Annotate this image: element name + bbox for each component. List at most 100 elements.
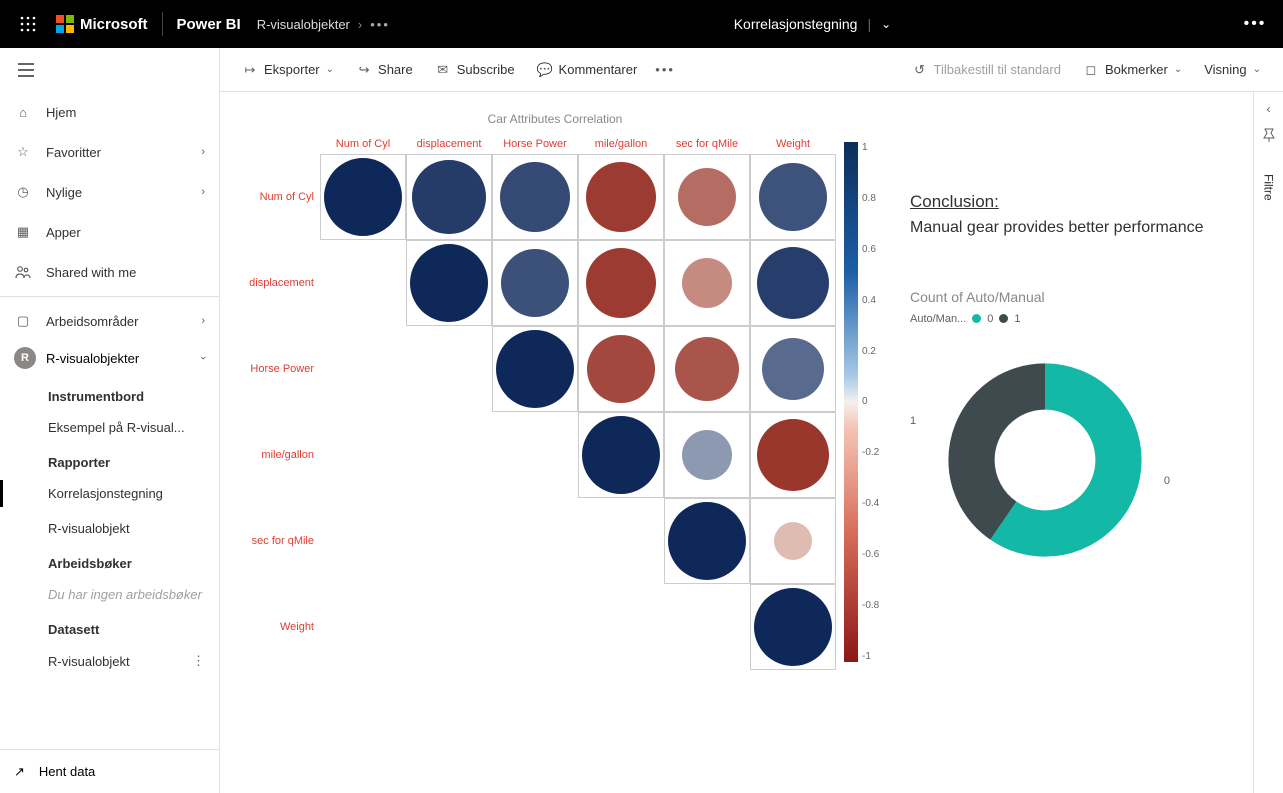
filters-pane-collapsed[interactable]: ‹ Filtre xyxy=(1253,92,1283,793)
corr-cell xyxy=(664,326,750,412)
view-button[interactable]: Visning⌄ xyxy=(1196,58,1269,81)
scale-tick: 0.4 xyxy=(862,295,879,306)
scale-ticks: 10.80.60.40.20-0.2-0.4-0.6-0.8-1 xyxy=(858,142,879,662)
section-datasets: Datasett xyxy=(0,612,219,643)
corr-cell xyxy=(578,412,664,498)
donut-title: Count of Auto/Manual xyxy=(910,289,1233,305)
donut-chart[interactable]: 0 1 xyxy=(910,355,1170,575)
col-header: Weight xyxy=(750,138,836,154)
current-workspace[interactable]: R R-visualobjekter › xyxy=(0,341,219,375)
row-header: displacement xyxy=(230,277,320,289)
row-header: mile/gallon xyxy=(230,449,320,461)
bookmarks-button[interactable]: ◻Bokmerker⌄ xyxy=(1075,58,1190,82)
brand-text: Microsoft xyxy=(80,16,148,33)
divider xyxy=(162,12,163,36)
corr-cell xyxy=(578,154,664,240)
tree-item-dataset-rvisual[interactable]: R-visualobjekt⋮ xyxy=(0,643,219,679)
breadcrumb-more-icon[interactable]: ••• xyxy=(370,17,390,32)
share-label: Share xyxy=(378,62,413,77)
expand-filters-icon[interactable]: ‹ xyxy=(1267,102,1271,116)
scale-tick: 1 xyxy=(862,142,879,153)
corr-cell xyxy=(406,584,492,670)
get-data-label: Hent data xyxy=(39,764,95,779)
scale-tick: 0.8 xyxy=(862,193,879,204)
nav-apps[interactable]: ▦Apper xyxy=(0,212,219,252)
chevron-down-icon: ⌄ xyxy=(1174,64,1182,75)
corr-cell xyxy=(320,154,406,240)
nav-recent-label: Nylige xyxy=(46,185,82,200)
nav-favorites[interactable]: ☆Favoritter› xyxy=(0,132,219,172)
scale-tick: -1 xyxy=(862,651,879,662)
get-data-button[interactable]: ↗ Hent data xyxy=(0,749,219,793)
nav-shared-label: Shared with me xyxy=(46,265,136,280)
chevron-down-icon[interactable]: ⌄ xyxy=(881,17,891,31)
people-icon xyxy=(14,265,32,279)
share-button[interactable]: ↪Share xyxy=(348,58,421,82)
action-bar: ↦Eksporter⌄ ↪Share ✉Subscribe 💬Kommentar… xyxy=(220,48,1283,92)
global-header: Microsoft Power BI R-visualobjekter › ••… xyxy=(0,0,1283,48)
scale-tick: 0.6 xyxy=(862,244,879,255)
title-separator: | xyxy=(867,16,871,32)
comments-button[interactable]: 💬Kommentarer xyxy=(529,58,646,82)
corr-cell xyxy=(750,498,836,584)
chevron-right-icon: › xyxy=(201,315,205,327)
corr-circle xyxy=(757,247,830,320)
corr-cell xyxy=(406,412,492,498)
conclusion-panel: Conclusion: Manual gear provides better … xyxy=(910,112,1243,783)
export-label: Eksporter xyxy=(264,62,320,77)
toolbar-more-icon[interactable]: ••• xyxy=(651,58,679,81)
corr-cell xyxy=(750,412,836,498)
corr-cell xyxy=(406,498,492,584)
correlation-visual[interactable]: Car Attributes Correlation Num of Cyl dis… xyxy=(230,112,880,783)
corr-cell xyxy=(750,154,836,240)
subscribe-label: Subscribe xyxy=(457,62,515,77)
corr-circle xyxy=(774,522,812,560)
nav-home-label: Hjem xyxy=(46,105,76,120)
corr-cell xyxy=(750,326,836,412)
pin-icon[interactable] xyxy=(1262,128,1276,142)
nav-home[interactable]: ⌂Hjem xyxy=(0,92,219,132)
chevron-right-icon: › xyxy=(358,17,362,32)
subscribe-button[interactable]: ✉Subscribe xyxy=(427,58,523,82)
more-options-icon[interactable]: ••• xyxy=(1235,15,1275,33)
product-label[interactable]: Power BI xyxy=(177,16,241,33)
comments-label: Kommentarer xyxy=(559,62,638,77)
hamburger-icon[interactable] xyxy=(0,48,219,92)
chevron-up-icon: › xyxy=(197,356,209,360)
legend-dot-0 xyxy=(972,314,981,323)
tree-item-correlation[interactable]: Korrelasjonstegning xyxy=(0,476,219,511)
nav-workspaces[interactable]: ▢Arbeidsområder› xyxy=(0,301,219,341)
corr-cell xyxy=(578,240,664,326)
navigation-pane: ⌂Hjem ☆Favoritter› ◷Nylige› ▦Apper Share… xyxy=(0,48,220,793)
corr-cell xyxy=(492,154,578,240)
workspace-tree[interactable]: Instrumentbord Eksempel på R-visual... R… xyxy=(0,375,219,749)
nav-shared[interactable]: Shared with me xyxy=(0,252,219,292)
corr-circle xyxy=(675,337,739,401)
scale-tick: -0.8 xyxy=(862,600,879,611)
tree-item-rvisual[interactable]: R-visualobjekt xyxy=(0,511,219,546)
corr-cell xyxy=(492,498,578,584)
tree-item-example[interactable]: Eksempel på R-visual... xyxy=(0,410,219,445)
reset-button[interactable]: ↺Tilbakestill til standard xyxy=(904,58,1069,82)
corr-cell xyxy=(664,154,750,240)
star-icon: ☆ xyxy=(14,144,32,160)
tree-item-noworkbooks: Du har ingen arbeidsbøker xyxy=(0,577,219,612)
corr-circle xyxy=(678,168,736,226)
report-title[interactable]: Korrelasjonstegning xyxy=(734,16,858,32)
breadcrumb-workspace[interactable]: R-visualobjekter xyxy=(257,17,350,32)
nav-recent[interactable]: ◷Nylige› xyxy=(0,172,219,212)
corr-cell xyxy=(406,326,492,412)
col-header: Num of Cyl xyxy=(320,138,406,154)
more-icon[interactable]: ⋮ xyxy=(192,653,205,669)
corr-cell xyxy=(406,154,492,240)
legend-cat0: 0 xyxy=(987,313,993,325)
current-workspace-label: R-visualobjekter xyxy=(46,351,139,366)
app-launcher-icon[interactable] xyxy=(8,0,48,48)
donut-label-0: 0 xyxy=(1164,475,1170,487)
chart-title: Car Attributes Correlation xyxy=(230,112,880,126)
corr-cell xyxy=(406,240,492,326)
corr-cell xyxy=(664,584,750,670)
donut-svg xyxy=(940,355,1150,565)
scale-tick: 0.2 xyxy=(862,346,879,357)
export-button[interactable]: ↦Eksporter⌄ xyxy=(234,58,342,82)
